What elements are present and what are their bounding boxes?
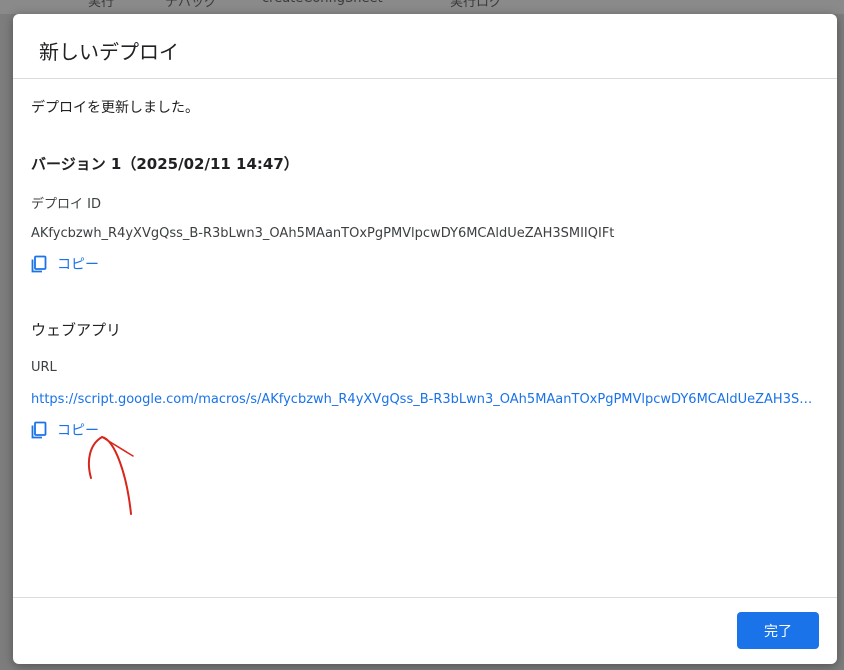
copy-deploy-id-button[interactable]: コピー xyxy=(31,253,99,275)
url-label: URL xyxy=(31,360,57,375)
bg-debug-label: デバッグ xyxy=(165,0,218,10)
webapp-heading: ウェブアプリ xyxy=(31,321,122,339)
copy-icon xyxy=(31,255,47,273)
dialog-title: 新しいデプロイ xyxy=(39,40,179,64)
done-button[interactable]: 完了 xyxy=(737,612,819,649)
bg-function-select: createConfigSheet xyxy=(262,0,383,6)
status-message: デプロイを更新しました。 xyxy=(31,100,199,116)
header-divider xyxy=(13,78,837,79)
deploy-id-label: デプロイ ID xyxy=(31,197,101,212)
background-toolbar: 実行 デバッグ createConfigSheet 実行ログ xyxy=(0,0,844,14)
bg-log-label: 実行ログ xyxy=(450,0,503,10)
version-heading: バージョン 1（2025/02/11 14:47） xyxy=(31,155,299,173)
new-deploy-dialog: 新しいデプロイ デプロイを更新しました。 バージョン 1（2025/02/11 … xyxy=(13,14,837,664)
bg-run-label: 実行 xyxy=(88,0,115,10)
footer-divider xyxy=(13,597,837,598)
copy-icon xyxy=(31,421,47,439)
handdrawn-arrow-annotation xyxy=(87,435,134,515)
webapp-url-link[interactable]: https://script.google.com/macros/s/AKfyc… xyxy=(31,392,821,407)
copy-deploy-id-label: コピー xyxy=(57,257,99,273)
deploy-id-value: AKfycbzwh_R4yXVgQss_B-R3bLwn3_OAh5MAanTO… xyxy=(31,226,615,241)
